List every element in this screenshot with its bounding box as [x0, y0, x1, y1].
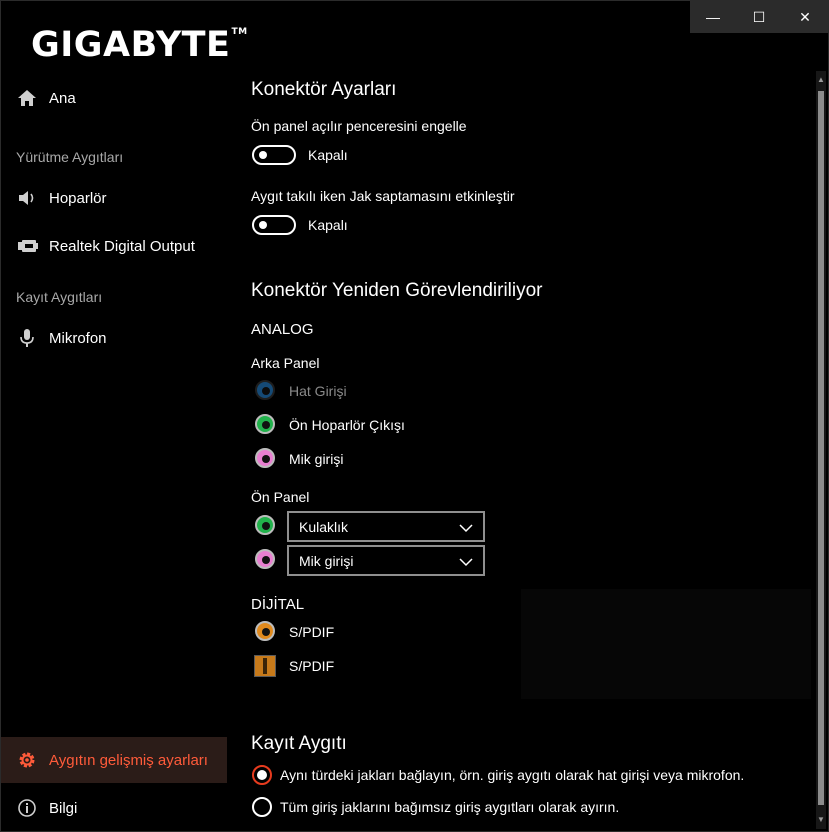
sidebar-item-label: Bilgi: [49, 799, 78, 817]
jack-blue-icon: [255, 380, 275, 400]
title-bar-controls: — ☐ ✕: [690, 1, 828, 33]
vertical-scrollbar[interactable]: ▲ ▼: [816, 71, 826, 829]
scroll-up-arrow[interactable]: ▲: [816, 73, 826, 87]
front-jack-2-select[interactable]: Mik girişi: [287, 545, 485, 576]
playback-devices-heading: Yürütme Aygıtları: [16, 149, 124, 165]
front-popup-toggle[interactable]: [252, 145, 296, 165]
jack-green-icon: [255, 515, 275, 535]
front-popup-label: Ön panel açılır penceresini engelle: [251, 118, 467, 134]
rear-jack-line-in: Hat Girişi: [289, 383, 347, 399]
radio-separate-label[interactable]: Tüm giriş jaklarını bağımsız giriş aygıt…: [280, 799, 619, 815]
spdif-optical-icon[interactable]: [254, 655, 276, 677]
rear-jack-front-speaker[interactable]: Ön Hoparlör Çıkışı: [289, 417, 405, 433]
scroll-thumb[interactable]: [818, 91, 824, 805]
front-panel-heading: Ön Panel: [251, 489, 310, 505]
close-button[interactable]: ✕: [782, 1, 828, 33]
recording-devices-heading: Kayıt Aygıtları: [16, 289, 103, 305]
jack-detect-label: Aygıt takılı iken Jak saptamasını etkinl…: [251, 188, 515, 204]
logo-trademark: TM: [231, 27, 248, 37]
jack-pink-icon: [255, 549, 275, 569]
sidebar-item-label: Mikrofon: [49, 329, 107, 347]
rear-jack-mic-in[interactable]: Mik girişi: [289, 451, 343, 467]
sidebar-item-home[interactable]: Ana: [1, 75, 227, 121]
sidebar-item-label: Realtek Digital Output: [49, 237, 195, 255]
sidebar: Ana Yürütme Aygıtları Hoparlör Realtek D…: [1, 71, 227, 831]
recording-device-title: Kayıt Aygıtı: [251, 733, 347, 754]
background-shadow: [521, 589, 811, 699]
minimize-button[interactable]: —: [690, 1, 736, 33]
gear-icon: [1, 750, 49, 770]
chevron-down-icon: [459, 554, 473, 570]
sidebar-item-digital-output[interactable]: Realtek Digital Output: [1, 223, 227, 269]
sidebar-item-label: Ana: [49, 89, 76, 107]
sidebar-item-advanced-settings[interactable]: Aygıtın gelişmiş ayarları: [1, 737, 227, 783]
sidebar-item-speaker[interactable]: Hoparlör: [1, 175, 227, 221]
analog-heading: ANALOG: [251, 321, 314, 338]
jack-detect-toggle[interactable]: [252, 215, 296, 235]
spdif-coaxial-icon[interactable]: [255, 621, 275, 641]
chevron-down-icon: [459, 520, 473, 536]
radio-separate[interactable]: [252, 797, 272, 817]
jack-green-icon[interactable]: [255, 414, 275, 434]
microphone-icon: [1, 328, 49, 348]
radio-same-type-label[interactable]: Aynı türdeki jakları bağlayın, örn. giri…: [280, 767, 744, 783]
digital-jack-spdif-coax[interactable]: S/PDIF: [289, 624, 334, 640]
digital-jack-spdif-optical[interactable]: S/PDIF: [289, 658, 334, 674]
select-value: Kulaklık: [299, 518, 349, 535]
sidebar-item-info[interactable]: Bilgi: [1, 785, 227, 831]
app-window: — ☐ ✕ GIGABYTETM Ana Yürütme Aygıtları H…: [0, 0, 829, 832]
rear-panel-heading: Arka Panel: [251, 355, 320, 371]
select-value: Mik girişi: [299, 552, 354, 569]
digital-heading: DİJİTAL: [251, 596, 305, 613]
radio-same-type[interactable]: [252, 765, 272, 785]
sidebar-item-label: Aygıtın gelişmiş ayarları: [49, 751, 208, 769]
jack-pink-icon[interactable]: [255, 448, 275, 468]
gigabyte-logo: GIGABYTETM: [31, 25, 248, 65]
front-popup-state: Kapalı: [308, 147, 348, 163]
jack-detect-state: Kapalı: [308, 217, 348, 233]
front-jack-1-select[interactable]: Kulaklık: [287, 511, 485, 542]
info-icon: [1, 798, 49, 818]
maximize-button[interactable]: ☐: [736, 1, 782, 33]
sidebar-item-label: Hoparlör: [49, 189, 107, 207]
scroll-down-arrow[interactable]: ▼: [816, 813, 826, 827]
reassign-title: Konektör Yeniden Görevlendiriliyor: [251, 280, 543, 301]
sidebar-item-microphone[interactable]: Mikrofon: [1, 315, 227, 361]
speaker-icon: [1, 189, 49, 207]
connector-settings-title: Konektör Ayarları: [251, 79, 397, 100]
digital-output-icon: [1, 239, 49, 253]
home-icon: [1, 89, 49, 107]
logo-text: GIGABYTE: [31, 25, 231, 65]
